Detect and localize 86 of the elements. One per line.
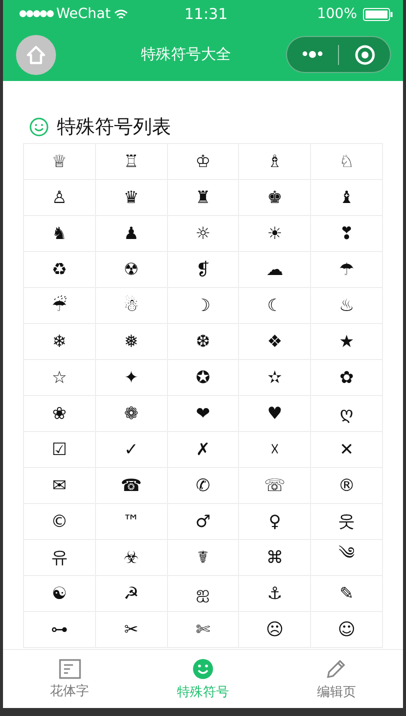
symbol-cell[interactable]: ♜ bbox=[168, 180, 240, 216]
symbol-cell[interactable]: ☼ bbox=[168, 216, 240, 252]
symbol-cell[interactable]: ☑ bbox=[24, 432, 96, 468]
symbol-cell[interactable]: ♘ bbox=[311, 144, 383, 180]
symbol-cell[interactable]: ☯ bbox=[24, 576, 96, 612]
symbol-cell[interactable]: ♂ bbox=[168, 504, 240, 540]
symbol-cell[interactable]: ✉ bbox=[24, 468, 96, 504]
status-time: 11:31 bbox=[183, 5, 229, 23]
more-button[interactable]: •●• bbox=[287, 46, 338, 64]
symbol-cell[interactable]: ❤ bbox=[168, 396, 240, 432]
symbol-cell[interactable]: ☣ bbox=[96, 540, 168, 576]
symbol-cell[interactable]: ♻ bbox=[24, 252, 96, 288]
symbol-cell[interactable]: ✫ bbox=[239, 360, 312, 396]
symbol-cell[interactable]: ♟ bbox=[96, 216, 168, 252]
symbol-cell[interactable]: ♗ bbox=[239, 144, 312, 180]
symbol-cell[interactable]: ☢ bbox=[96, 252, 168, 288]
home-icon bbox=[25, 44, 47, 66]
symbol-cell[interactable]: ♚ bbox=[239, 180, 312, 216]
symbol-cell[interactable]: ⚓ bbox=[239, 576, 312, 612]
symbol-cell[interactable]: ☹ bbox=[239, 612, 312, 648]
symbol-cell[interactable]: ❡ bbox=[168, 252, 240, 288]
symbol-cell[interactable]: ® bbox=[311, 468, 383, 504]
battery-percent: 100% bbox=[316, 6, 358, 22]
symbol-cell[interactable]: ♛ bbox=[96, 180, 168, 216]
symbol-cell[interactable]: ❖ bbox=[239, 324, 312, 360]
symbol-cell[interactable]: ❁ bbox=[96, 396, 168, 432]
symbol-cell[interactable]: ✓ bbox=[96, 432, 168, 468]
symbol-cell[interactable]: ஐ bbox=[168, 576, 240, 612]
symbol-cell[interactable]: © bbox=[24, 504, 96, 540]
symbol-cell[interactable]: ☎ bbox=[96, 468, 168, 504]
symbol-cell[interactable]: ☏ bbox=[239, 468, 312, 504]
smiley-icon bbox=[29, 117, 49, 137]
symbol-cell[interactable]: ❅ bbox=[96, 324, 168, 360]
symbol-cell[interactable]: ☤ bbox=[168, 540, 240, 576]
symbol-cell[interactable]: ✆ bbox=[168, 468, 240, 504]
symbol-cell[interactable]: ☓ bbox=[239, 432, 312, 468]
symbol-cell[interactable]: ♞ bbox=[24, 216, 96, 252]
symbol-cell[interactable]: ❀ bbox=[24, 396, 96, 432]
symbol-cell[interactable]: ღ bbox=[311, 396, 383, 432]
symbol-cell[interactable]: 웃 bbox=[311, 504, 383, 540]
symbol-cell[interactable]: ✄ bbox=[168, 612, 240, 648]
symbol-cell[interactable]: ✦ bbox=[96, 360, 168, 396]
symbol-cell[interactable]: ⌘ bbox=[239, 540, 312, 576]
symbol-cell[interactable]: ☺ bbox=[311, 612, 383, 648]
signal-dots: ●●●●● bbox=[19, 9, 54, 19]
symbol-cell[interactable]: ☂ bbox=[311, 252, 383, 288]
pencil-icon bbox=[325, 658, 348, 680]
symbol-cell[interactable]: ✪ bbox=[168, 360, 240, 396]
wifi-icon bbox=[114, 8, 128, 20]
symbol-cell[interactable]: ♙ bbox=[24, 180, 96, 216]
symbol-cell[interactable]: ♥ bbox=[239, 396, 312, 432]
symbol-cell[interactable]: ★ bbox=[311, 324, 383, 360]
symbol-cell[interactable]: ✂ bbox=[96, 612, 168, 648]
carrier-name: WeChat bbox=[56, 6, 111, 22]
symbol-cell[interactable]: ⊶ bbox=[24, 612, 96, 648]
home-button[interactable] bbox=[16, 34, 56, 74]
symbol-cell[interactable]: ❄ bbox=[24, 324, 96, 360]
text-card-icon bbox=[58, 658, 81, 678]
symbol-cell[interactable]: 유 bbox=[24, 540, 96, 576]
symbol-cell[interactable]: ☁ bbox=[239, 252, 312, 288]
symbol-cell[interactable]: ✕ bbox=[311, 432, 383, 468]
smiley-icon bbox=[192, 658, 214, 680]
symbol-cell[interactable]: ☃ bbox=[96, 288, 168, 324]
symbol-cell[interactable]: ♕ bbox=[24, 144, 96, 180]
battery-icon bbox=[363, 8, 394, 20]
symbol-cell[interactable]: ♖ bbox=[96, 144, 168, 180]
symbol-cell[interactable]: ☾ bbox=[239, 288, 312, 324]
symbol-cell[interactable]: ♔ bbox=[168, 144, 240, 180]
symbol-cell[interactable]: ✗ bbox=[168, 432, 240, 468]
page-title: 特殊符号大全 bbox=[140, 45, 232, 64]
symbol-cell[interactable]: ☭ bbox=[96, 576, 168, 612]
symbol-cell[interactable]: ♝ bbox=[311, 180, 383, 216]
symbol-cell[interactable]: ༄ bbox=[311, 540, 383, 576]
symbol-cell[interactable]: ❆ bbox=[168, 324, 240, 360]
symbol-cell[interactable]: ☆ bbox=[24, 360, 96, 396]
symbol-cell[interactable]: ☔ bbox=[24, 288, 96, 324]
section-title: 特殊符号列表 bbox=[57, 115, 171, 140]
symbol-cell[interactable]: ☽ bbox=[168, 288, 240, 324]
symbol-cell[interactable]: ♀ bbox=[239, 504, 312, 540]
target-icon bbox=[354, 44, 376, 66]
symbol-cell[interactable]: ♨ bbox=[311, 288, 383, 324]
symbol-cell[interactable]: ❣ bbox=[311, 216, 383, 252]
symbol-cell[interactable]: ™ bbox=[96, 504, 168, 540]
symbol-cell[interactable]: ☀ bbox=[239, 216, 312, 252]
symbol-cell[interactable]: ✿ bbox=[311, 360, 383, 396]
symbol-cell[interactable]: ✎ bbox=[311, 576, 383, 612]
